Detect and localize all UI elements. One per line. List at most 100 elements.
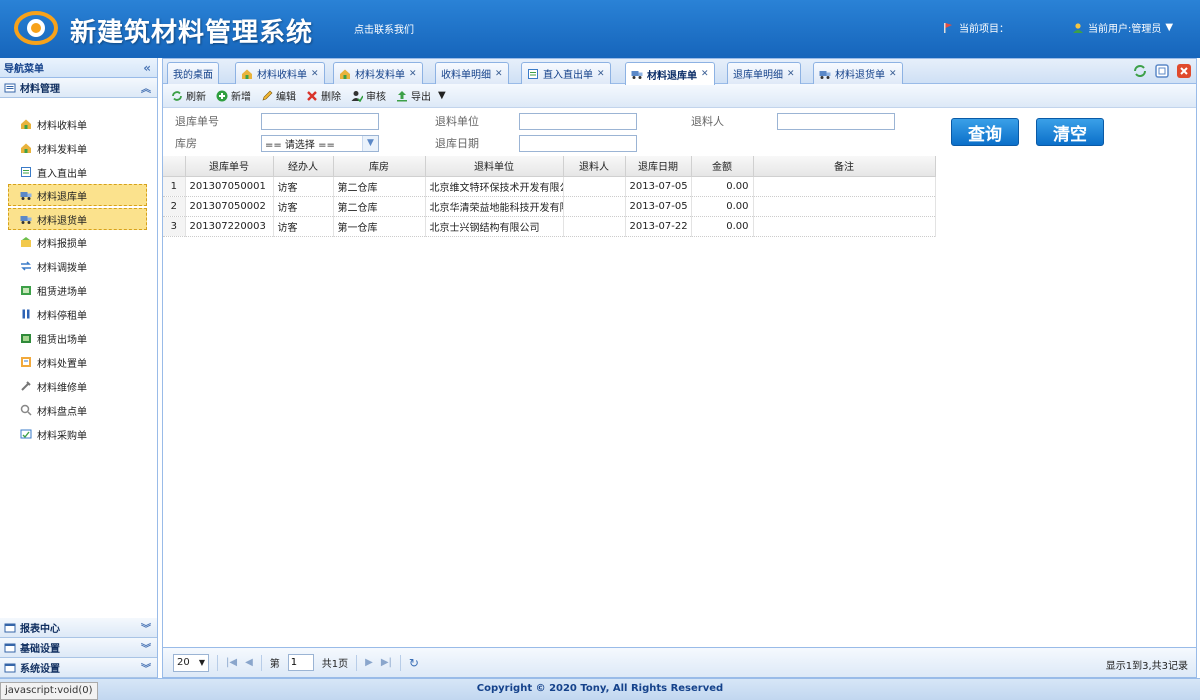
damage-icon: [21, 237, 31, 247]
sidebar-item-5[interactable]: 材料退货单: [8, 208, 147, 230]
house-icon: [242, 69, 252, 79]
inventory-icon: [20, 404, 32, 416]
export-button[interactable]: 导出 ▼: [396, 88, 446, 103]
collapse-up-icon[interactable]: ︽: [141, 80, 151, 95]
close-icon[interactable]: ✕: [311, 69, 319, 79]
export-label: 导出: [411, 92, 431, 103]
column-header[interactable]: 退料单位: [425, 156, 564, 177]
return-no-input[interactable]: [261, 113, 379, 130]
clear-button[interactable]: 清空: [1036, 118, 1104, 146]
sidebar-item-label: 材料调拨单: [37, 262, 87, 274]
collapse-left-icon[interactable]: «: [143, 61, 151, 75]
tab-8[interactable]: 材料退货单 ✕: [813, 62, 903, 84]
last-page-icon[interactable]: ▶|: [381, 657, 392, 668]
sidebar-item-9[interactable]: 材料停租单: [0, 302, 157, 326]
sidebar-section-2[interactable]: 基础设置 ︾: [0, 638, 157, 658]
pager-info: 显示1到3,共3记录: [1105, 661, 1188, 672]
close-icon[interactable]: ✕: [597, 69, 605, 79]
row-number-header: [163, 156, 186, 177]
maximize-icon[interactable]: [1154, 63, 1170, 79]
page-size-select[interactable]: 20 ▼: [173, 653, 209, 672]
column-header[interactable]: 退料人: [563, 156, 626, 177]
close-icon[interactable]: ✕: [409, 69, 417, 79]
cell-remark: [753, 176, 936, 197]
table-row[interactable]: 2201307050002访客第二仓库北京华清荣益地能科技开发有限公司 2013-…: [163, 196, 936, 217]
table-row[interactable]: 3 201307220003 访客 第一仓库 北京士兴钢结构有限公司 2013-07-22…: [163, 216, 936, 237]
delete-button[interactable]: 删除: [306, 88, 341, 103]
column-header[interactable]: 备注: [753, 156, 936, 177]
contact-link[interactable]: 点击联系我们: [354, 21, 414, 36]
column-header[interactable]: 库房: [333, 156, 426, 177]
sidebar-item-10[interactable]: 租赁出场单: [0, 326, 157, 350]
close-icon[interactable]: ✕: [701, 69, 709, 79]
prev-page-icon[interactable]: ◀: [245, 657, 253, 668]
sidebar-item-7[interactable]: 材料调拨单: [0, 254, 157, 278]
cell-remark: [753, 216, 936, 237]
tab-label: 直入直出单: [543, 70, 593, 81]
refresh-tab-icon[interactable]: [1132, 63, 1148, 79]
close-icon[interactable]: ✕: [787, 69, 795, 79]
close-icon[interactable]: ✕: [495, 69, 503, 79]
sidebar-item-3[interactable]: 直入直出单: [0, 160, 157, 184]
column-header[interactable]: 退库单号: [185, 156, 274, 177]
tab-6[interactable]: 材料退库单 ✕: [625, 62, 715, 85]
current-project[interactable]: 当前项目：: [942, 20, 1009, 35]
reload-icon[interactable]: ↻: [409, 656, 419, 670]
query-button[interactable]: 查询: [951, 118, 1019, 146]
close-all-icon[interactable]: [1176, 63, 1192, 79]
logo-icon: [14, 11, 58, 45]
return-unit-input[interactable]: [519, 113, 637, 130]
sidebar-item-label: 材料维修单: [37, 382, 87, 394]
tab-3[interactable]: 材料发料单 ✕: [333, 62, 423, 84]
first-page-icon[interactable]: |◀: [226, 657, 237, 668]
column-header[interactable]: 经办人: [273, 156, 334, 177]
sidebar-section-1[interactable]: 报表中心 ︾: [0, 618, 157, 638]
cell-unit: 北京士兴钢结构有限公司: [425, 216, 564, 237]
tab-7[interactable]: 退库单明细 ✕: [727, 62, 801, 84]
doc-icon: [21, 167, 31, 177]
pager-separator: [356, 654, 358, 671]
sidebar-item-1[interactable]: 材料收料单: [0, 112, 157, 136]
sidebar-item-6[interactable]: 材料报损单: [0, 230, 157, 254]
expand-down-icon: ︾: [141, 664, 151, 675]
truck-icon: [20, 216, 32, 224]
status-url: javascript:void(0): [0, 682, 98, 700]
chevron-down-icon: ▼: [362, 136, 378, 151]
next-page-icon[interactable]: ▶: [365, 657, 373, 668]
sidebar-item-label: 材料处置单: [37, 358, 87, 370]
refresh-button[interactable]: 刷新: [171, 88, 206, 103]
add-button[interactable]: 新增: [216, 88, 251, 103]
tab-2[interactable]: 材料收料单 ✕: [235, 62, 325, 84]
warehouse-select[interactable]: == 请选择 == ▼: [261, 135, 379, 152]
sidebar-item-13[interactable]: 材料盘点单: [0, 398, 157, 422]
audit-button[interactable]: 审核: [351, 88, 386, 103]
table-row[interactable]: 1201307050001访客第二仓库北京维文特环保技术开发有限公司 2013-0…: [163, 176, 936, 197]
sidebar-item-14[interactable]: 材料采购单: [0, 422, 157, 446]
sidebar-item-4[interactable]: 材料退库单: [8, 184, 147, 206]
page-total: 共1页: [321, 659, 349, 670]
sidebar-item-11[interactable]: 材料处置单: [0, 350, 157, 374]
sidebar-item-2[interactable]: 材料发料单: [0, 136, 157, 160]
cell-unit: 北京华清荣益地能科技开发有限公司: [425, 196, 564, 217]
current-user-menu[interactable]: 当前用户:管理员 ▼: [1072, 20, 1173, 35]
return-date-input[interactable]: [519, 135, 637, 152]
tab-label: 材料退库单: [647, 70, 697, 82]
sidebar-section-3[interactable]: 系统设置 ︾: [0, 658, 157, 678]
truck-icon: [631, 71, 643, 79]
returner-input[interactable]: [777, 113, 895, 130]
edit-button[interactable]: 编辑: [261, 88, 296, 103]
column-header[interactable]: 金额: [691, 156, 754, 177]
column-header[interactable]: 退库日期: [625, 156, 692, 177]
cell-returner: [563, 176, 626, 197]
pager-separator: [260, 654, 262, 671]
close-icon[interactable]: ✕: [889, 69, 897, 79]
cell-no: 201307050001: [185, 176, 274, 197]
tab-5[interactable]: 直入直出单 ✕: [521, 62, 611, 84]
tab-1[interactable]: 我的桌面: [167, 62, 219, 84]
tab-4[interactable]: 收料单明细 ✕: [435, 62, 509, 84]
sidebar-item-12[interactable]: 材料维修单: [0, 374, 157, 398]
page-number-input[interactable]: [287, 654, 314, 671]
house-icon: [21, 119, 31, 129]
sidebar-item-8[interactable]: 租赁进场单: [0, 278, 157, 302]
section-material-management[interactable]: 材料管理 ︽: [0, 78, 157, 98]
